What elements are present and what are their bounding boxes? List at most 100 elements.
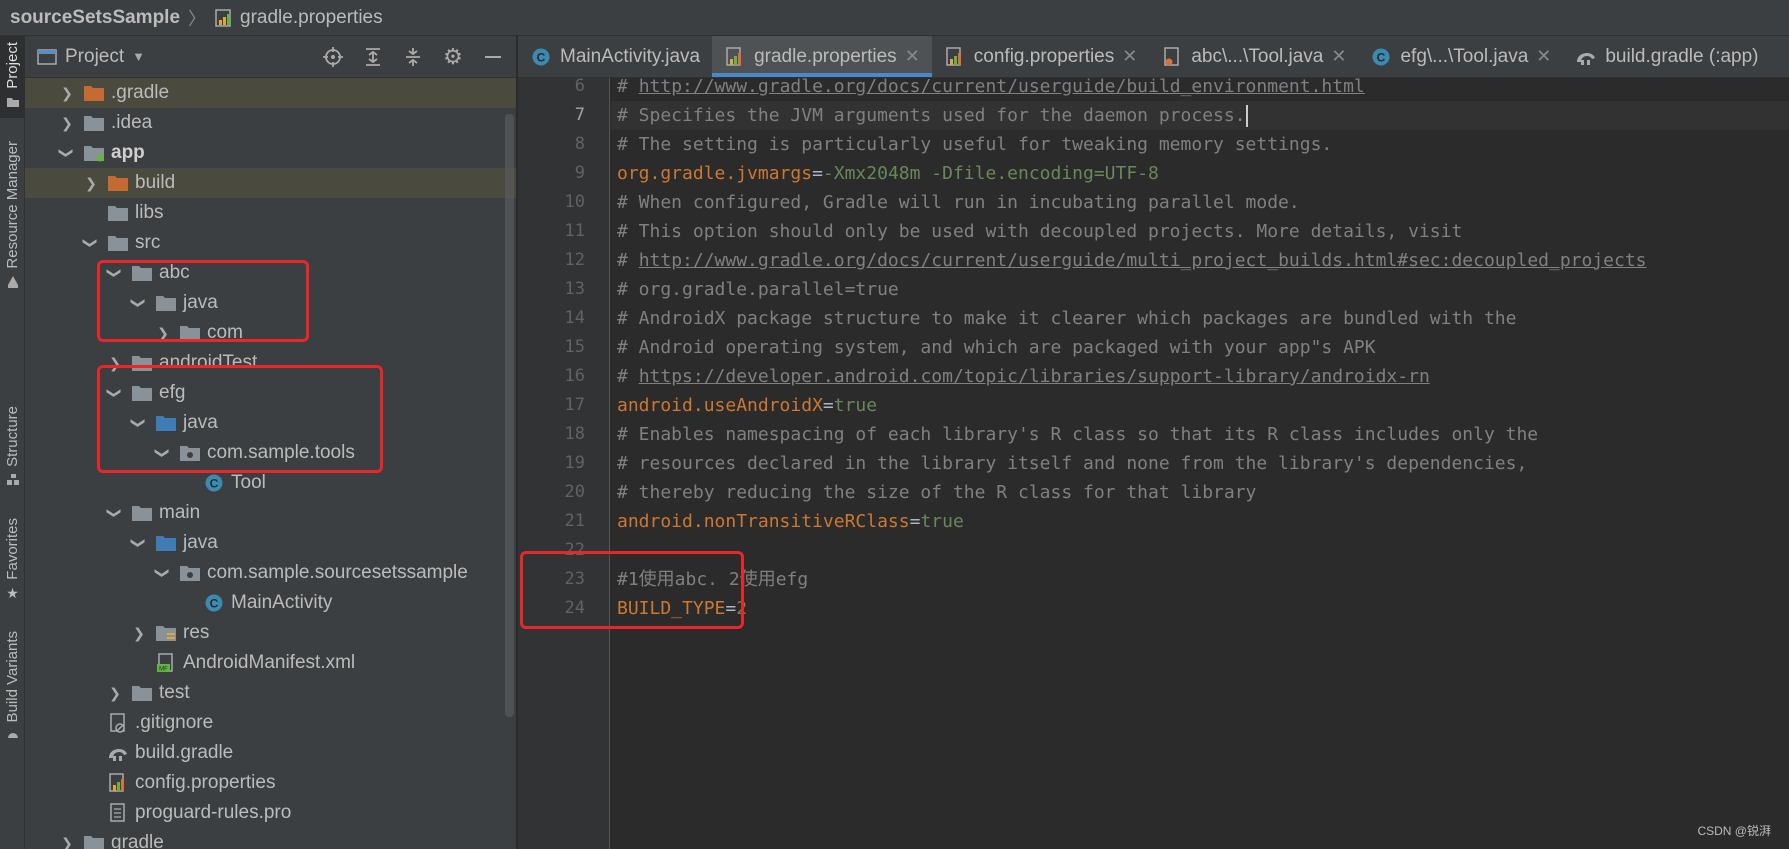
folder-orange-icon	[108, 176, 128, 191]
chevron-right-icon[interactable]: ❯	[59, 835, 75, 849]
chevron-right-icon[interactable]: ❯	[59, 115, 75, 131]
tree-scrollbar[interactable]	[505, 114, 514, 717]
editor-tab[interactable]: Cefg\...\Tool.java ✕	[1358, 36, 1563, 77]
chevron-down-icon[interactable]: ❯	[83, 235, 100, 251]
code-token: # The setting is particularly useful for…	[617, 134, 1333, 155]
code-link[interactable]: http://www.gradle.org/docs/current/userg…	[639, 76, 1365, 97]
close-icon[interactable]: ✕	[1536, 46, 1551, 67]
hide-panel-button[interactable]	[482, 46, 504, 68]
tree-node[interactable]: ❯ app	[25, 138, 516, 168]
breadcrumb-project[interactable]: sourceSetsSample	[10, 7, 180, 29]
tool-tab-build-variants-label: Build Variants	[4, 631, 21, 723]
close-icon[interactable]: ✕	[905, 46, 920, 67]
tree-node[interactable]: MF AndroidManifest.xml	[25, 648, 516, 678]
android-icon	[7, 733, 18, 739]
svg-text:MF: MF	[159, 667, 168, 673]
tree-node[interactable]: ❯ main	[25, 498, 516, 528]
tree-node[interactable]: ❯ test	[25, 678, 516, 708]
tree-node[interactable]: ❯ .gradle	[25, 78, 516, 108]
tool-tab-structure-label: Structure	[4, 406, 21, 467]
project-tool-window: Project ▼ ⚙ ❯ .gradle ❯ .idea ❯ app ❯ build libs…	[25, 36, 517, 849]
project-view-selector[interactable]: Project	[65, 46, 124, 68]
tool-tab-resource-manager[interactable]: Resource Manager	[0, 141, 25, 301]
svg-text:C: C	[210, 477, 219, 491]
chevron-down-icon[interactable]: ❯	[59, 145, 76, 161]
tool-tab-project[interactable]: Project	[0, 36, 25, 118]
properties-icon	[946, 46, 961, 66]
tree-node-label: AndroidManifest.xml	[183, 652, 356, 673]
tool-window-strip: Project Resource Manager Structure Favor…	[0, 36, 25, 849]
code-link[interactable]: https://developer.android.com/topic/libr…	[639, 366, 1430, 387]
line-number: 20	[564, 482, 585, 502]
folder-blue-icon	[156, 536, 176, 551]
chevron-down-icon[interactable]: ▼	[132, 49, 145, 64]
chevron-right-icon[interactable]: ❯	[131, 625, 147, 641]
expand-all-icon	[366, 47, 380, 66]
code-token: android.useAndroidX	[617, 395, 823, 416]
locate-file-button[interactable]	[322, 46, 344, 68]
java-file-icon	[1164, 46, 1180, 66]
gear-icon: ⚙	[443, 43, 463, 69]
close-icon[interactable]: ✕	[1122, 46, 1137, 67]
class-icon: C	[205, 594, 223, 612]
svg-text:C: C	[210, 597, 219, 611]
code-editor[interactable]: # http://www.gradle.org/docs/current/use…	[611, 76, 1789, 849]
code-token: # Enables namespacing of each library's …	[617, 424, 1539, 445]
tree-node[interactable]: proguard-rules.pro	[25, 798, 516, 828]
tree-node[interactable]: ❯ java	[25, 528, 516, 558]
code-token: #	[617, 250, 639, 271]
code-token: #	[617, 76, 639, 97]
gitignore-icon	[110, 713, 125, 733]
tree-node[interactable]: libs	[25, 198, 516, 228]
tree-node[interactable]: C MainActivity	[25, 588, 516, 618]
tool-tab-build-variants[interactable]: Build Variants	[0, 631, 25, 761]
line-number: 21	[564, 511, 585, 531]
code-link[interactable]: http://www.gradle.org/docs/current/userg…	[639, 250, 1647, 271]
folder-icon	[108, 236, 128, 251]
tree-node[interactable]: ❯ res	[25, 618, 516, 648]
collapse-all-button[interactable]	[402, 46, 424, 68]
tree-node[interactable]: config.properties	[25, 768, 516, 798]
svg-text:C: C	[537, 50, 546, 64]
settings-button[interactable]: ⚙	[442, 43, 464, 69]
expand-all-button[interactable]	[362, 46, 384, 68]
chevron-down-icon[interactable]: ❯	[155, 565, 172, 581]
code-token: =	[812, 163, 823, 184]
chevron-right-icon[interactable]: ❯	[83, 175, 99, 191]
code-token: # Android operating system, and which ar…	[617, 337, 1376, 358]
properties-icon	[109, 773, 124, 792]
line-number: 18	[564, 424, 585, 444]
code-token: # org.gradle.parallel=true	[617, 279, 899, 300]
tree-node[interactable]: ❯ build	[25, 168, 516, 198]
line-number: 10	[564, 192, 585, 212]
close-icon[interactable]: ✕	[1331, 46, 1346, 67]
code-token: # AndroidX package structure to make it …	[617, 308, 1517, 329]
code-token: # When configured, Gradle will run in in…	[617, 192, 1300, 213]
chevron-right-icon[interactable]: ❯	[107, 685, 123, 701]
chevron-down-icon[interactable]: ❯	[131, 535, 148, 551]
collapse-all-icon	[406, 47, 420, 66]
chevron-right-icon[interactable]: ❯	[59, 85, 75, 101]
tree-node[interactable]: ❯ com.sample.sourcesetssample	[25, 558, 516, 588]
tree-node[interactable]: ❯ src	[25, 228, 516, 258]
tool-tab-favorites[interactable]: Favorites ★	[0, 518, 25, 610]
tool-tab-resource-manager-label: Resource Manager	[4, 141, 21, 269]
breadcrumb-file[interactable]: gradle.properties	[214, 7, 383, 29]
folder-icon	[132, 506, 152, 521]
tree-node[interactable]: ❯ .idea	[25, 108, 516, 138]
tool-tab-structure[interactable]: Structure	[0, 406, 25, 498]
crosshair-icon	[323, 46, 343, 67]
code-token: # thereby reducing the size of the R cla…	[617, 482, 1257, 503]
tree-node[interactable]: .gitignore	[25, 708, 516, 738]
editor-tab[interactable]: build.gradle (:app)	[1563, 36, 1770, 77]
folder-icon	[84, 116, 104, 131]
tree-node-label: .gradle	[111, 82, 170, 103]
annotation-box-build-type	[520, 551, 744, 629]
tree-node-label: res	[183, 622, 210, 643]
chevron-down-icon[interactable]: ❯	[107, 505, 124, 521]
tree-node[interactable]: ❯ gradle	[25, 828, 516, 849]
class-icon: C	[1372, 48, 1390, 65]
tree-node[interactable]: build.gradle	[25, 738, 516, 768]
folder-icon	[6, 97, 19, 107]
